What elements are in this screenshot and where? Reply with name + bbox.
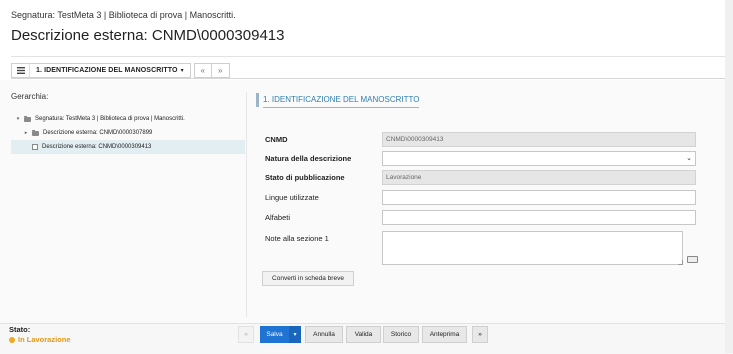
page-root: Segnatura: TestMeta 3 | Biblioteca di pr… (0, 0, 733, 354)
note-textarea[interactable] (382, 231, 683, 265)
prev-button[interactable]: « (238, 326, 254, 343)
tree-item-label: Descrizione esterna: CNMD\0000307899 (43, 130, 153, 136)
tab-section-label: 1. IDENTIFICAZIONE DEL MANOSCRITTO (36, 67, 178, 74)
section-tabs: 1. IDENTIFICAZIONE DEL MANOSCRITTO ▾ « » (11, 62, 230, 79)
tab-section-dropdown[interactable]: 1. IDENTIFICAZIONE DEL MANOSCRITTO ▾ (29, 63, 191, 78)
status-value: In Lavorazione (18, 335, 71, 344)
preview-button[interactable]: Anteprima (422, 326, 467, 343)
tree-item-label: Descrizione esterna: CNMD\0000309413 (42, 144, 152, 150)
lingue-label: Lingue utilizzate (265, 193, 319, 202)
caret-down-icon[interactable]: ▾ (15, 116, 21, 122)
tabs-divider (11, 78, 725, 79)
caret-down-icon: ▾ (180, 68, 184, 74)
tab-prev-button[interactable]: « (193, 63, 212, 78)
tree-item-descrizione-2-selected[interactable]: Descrizione esterna: CNMD\0000309413 (11, 140, 245, 154)
tree-item-segnatura[interactable]: ▾ Segnatura: TestMeta 3 | Biblioteca di … (11, 112, 245, 126)
page-title: Descrizione esterna: CNMD\0000309413 (11, 27, 285, 44)
tree-item-label: Segnatura: TestMeta 3 | Biblioteca di pr… (35, 116, 185, 122)
status-label: Stato: (9, 325, 31, 334)
panel-divider (246, 92, 247, 317)
chevron-down-icon: ⌄ (686, 155, 692, 162)
lingue-input[interactable] (382, 190, 696, 205)
natura-label: Natura della descrizione (265, 154, 352, 163)
cnmd-label: CNMD (265, 135, 288, 144)
section-title-text: 1. IDENTIFICAZIONE DEL MANOSCRITTO (263, 95, 420, 104)
alfabeti-input[interactable] (382, 210, 696, 225)
hierarchy-tree: ▾ Segnatura: TestMeta 3 | Biblioteca di … (11, 112, 245, 154)
history-button[interactable]: Storico (383, 326, 419, 343)
breadcrumb: Segnatura: TestMeta 3 | Biblioteca di pr… (11, 10, 236, 20)
convert-button[interactable]: Converti in scheda breve (262, 271, 354, 286)
hierarchy-panel: Gerarchia: ▾ Segnatura: TestMeta 3 | Bib… (11, 92, 245, 154)
folder-icon (24, 115, 31, 122)
stato-pubblicazione-label: Stato di pubblicazione (265, 173, 345, 182)
list-icon (16, 67, 25, 74)
tree-item-descrizione-1[interactable]: ▸ Descrizione esterna: CNMD\0000307899 (11, 126, 245, 140)
document-icon (32, 144, 38, 150)
validate-button[interactable]: Valida (346, 326, 381, 343)
stato-pubblicazione-field: Lavorazione (382, 170, 696, 185)
natura-select[interactable]: ⌄ (382, 151, 696, 166)
section-title: 1. IDENTIFICAZIONE DEL MANOSCRITTO (256, 93, 420, 108)
caret-right-icon[interactable]: ▸ (23, 130, 29, 136)
cnmd-field: CNMD\0000309413 (382, 132, 696, 147)
tab-next-button[interactable]: » (211, 63, 230, 78)
list-toggle-button[interactable] (11, 63, 29, 78)
header-divider (11, 56, 725, 57)
save-dropdown-button[interactable]: ▾ (289, 326, 301, 343)
keyboard-icon[interactable] (687, 256, 698, 263)
next-button[interactable]: » (472, 326, 488, 343)
alfabeti-label: Alfabeti (265, 213, 291, 222)
resize-handle[interactable] (678, 260, 683, 265)
status-dot-icon (9, 336, 15, 343)
note-label: Note alla sezione 1 (265, 234, 329, 243)
save-button[interactable]: Salva (260, 326, 289, 343)
hierarchy-label: Gerarchia: (11, 92, 49, 101)
folder-icon (32, 129, 39, 136)
status-badge: In Lavorazione (9, 335, 71, 344)
cancel-button[interactable]: Annulla (305, 326, 343, 343)
scroll-gutter (725, 0, 733, 353)
